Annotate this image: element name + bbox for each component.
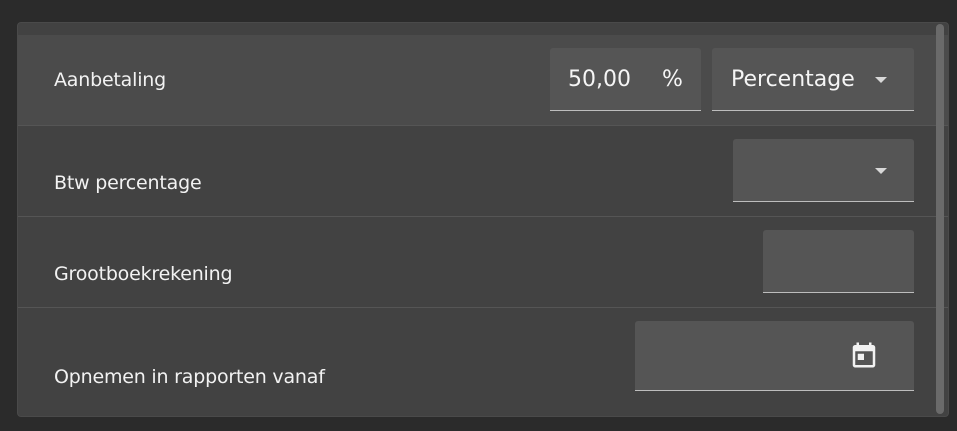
vertical-scrollbar[interactable]	[936, 24, 944, 414]
caret-down-icon	[875, 168, 887, 174]
aanbetaling-type-select[interactable]: Percentage	[712, 48, 914, 111]
rapporten-vanaf-date-input[interactable]	[635, 321, 914, 391]
btw-percentage-label: Btw percentage	[54, 172, 202, 194]
caret-down-icon	[875, 77, 887, 83]
settings-panel: Aanbetaling 50,00 % Percentage Btw perce…	[17, 22, 949, 417]
row-btw-percentage: Btw percentage	[18, 126, 948, 217]
grootboekrekening-input[interactable]	[763, 230, 914, 293]
aanbetaling-amount-value: 50,00	[568, 67, 631, 92]
grootboekrekening-label: Grootboekrekening	[54, 263, 233, 285]
row-aanbetaling: Aanbetaling 50,00 % Percentage	[18, 35, 948, 126]
row-opnemen-in-rapporten: Opnemen in rapporten vanaf	[18, 308, 948, 416]
row-grootboekrekening: Grootboekrekening	[18, 217, 948, 308]
btw-percentage-select[interactable]	[733, 139, 914, 202]
percent-suffix: %	[662, 67, 683, 92]
opnemen-in-rapporten-label: Opnemen in rapporten vanaf	[54, 366, 325, 388]
aanbetaling-label: Aanbetaling	[54, 69, 166, 91]
aanbetaling-type-value: Percentage	[731, 67, 855, 92]
aanbetaling-amount-input[interactable]: 50,00 %	[550, 48, 701, 111]
calendar-icon[interactable]	[849, 340, 879, 370]
